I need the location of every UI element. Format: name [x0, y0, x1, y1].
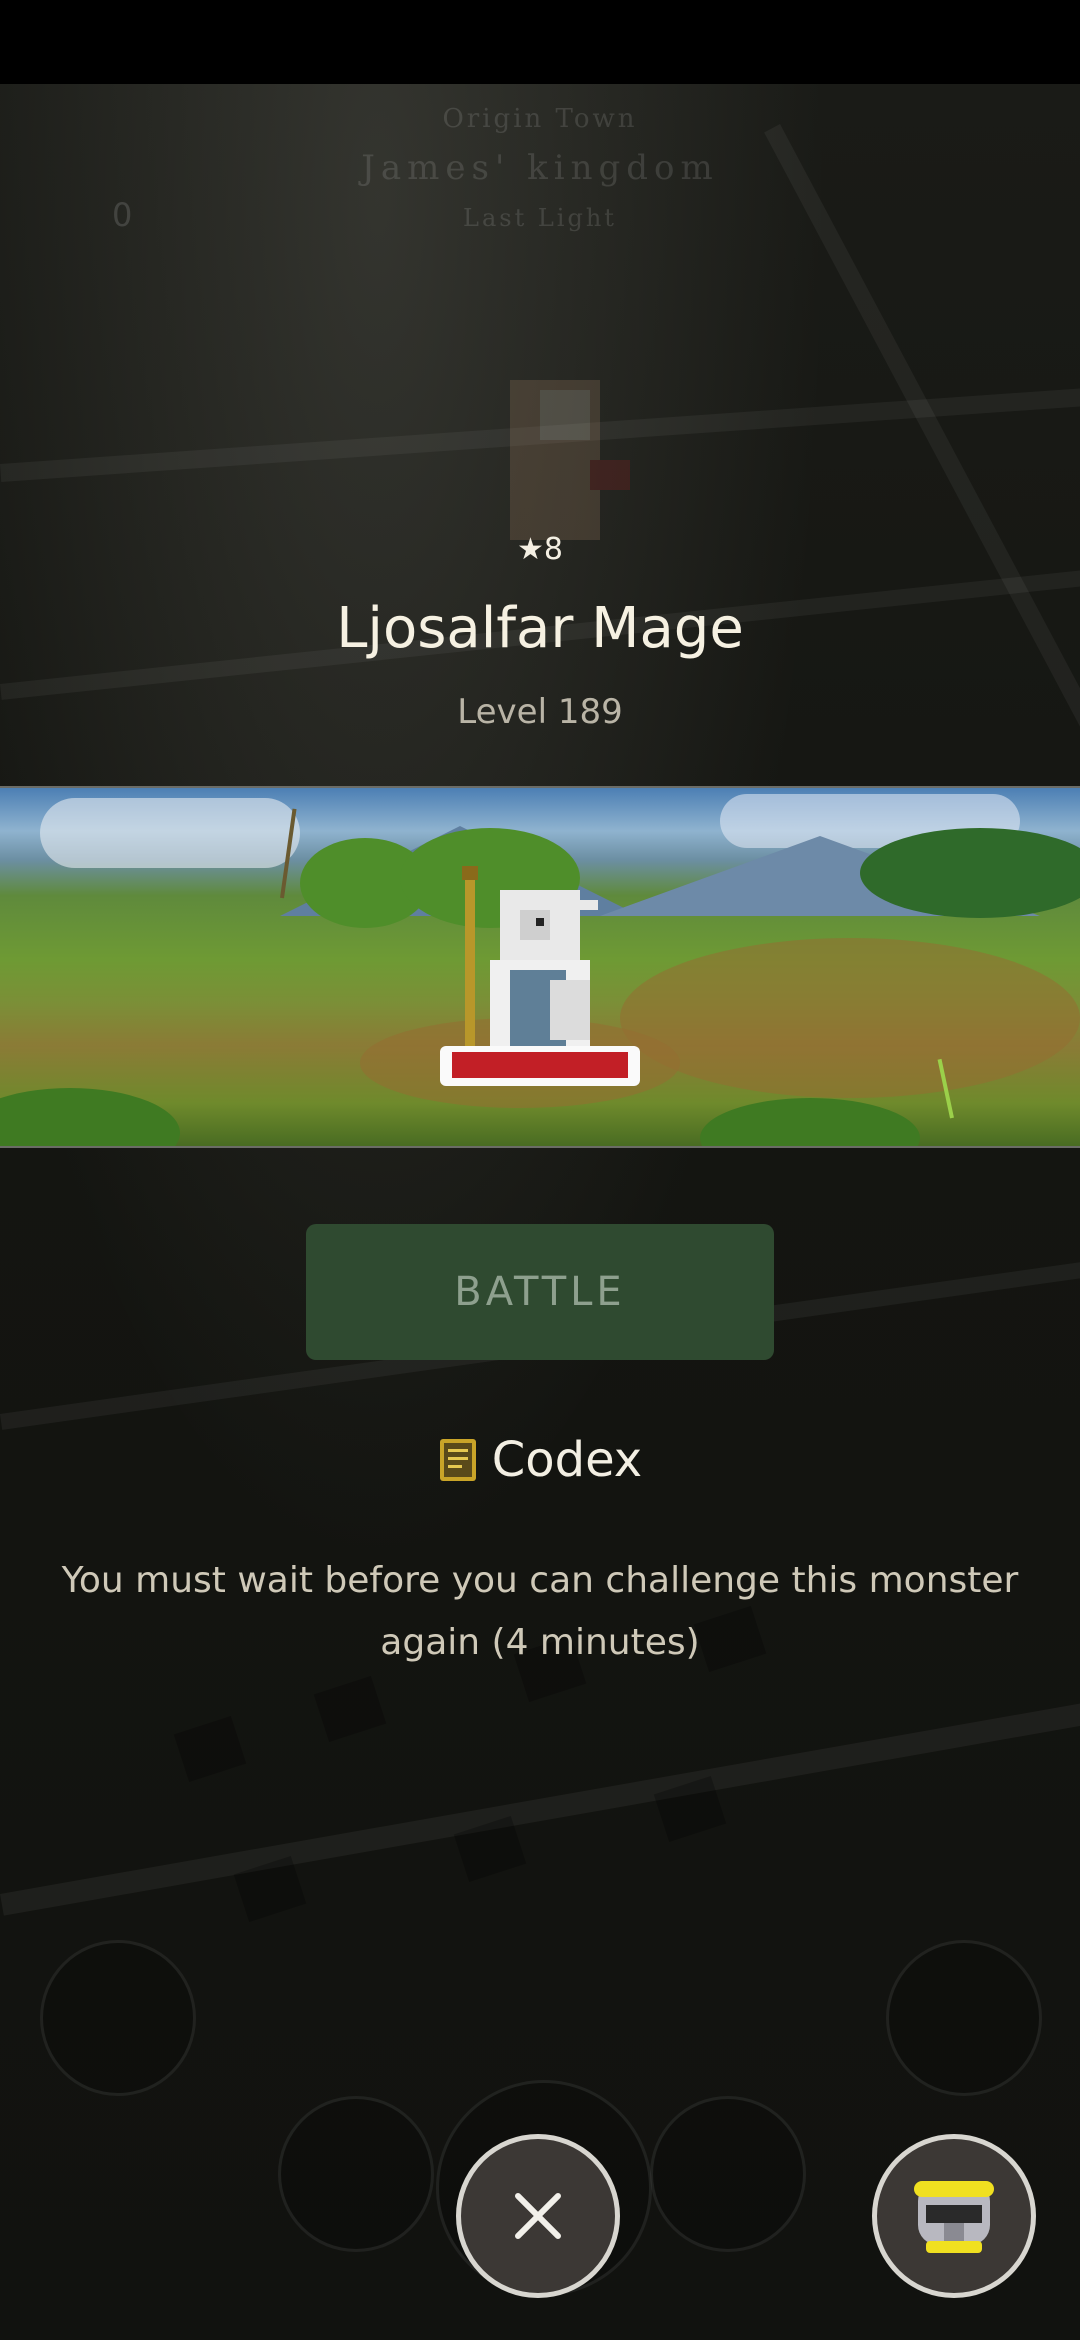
cooldown-message: You must wait before you can challenge t… [61, 1560, 1019, 1663]
battle-scene [0, 786, 1080, 1148]
helmet-icon [914, 2181, 994, 2253]
monster-sprite-shadow [510, 380, 630, 540]
ghost-map-button [886, 1940, 1042, 2096]
monster-star-rating: ★8 [517, 532, 563, 567]
codex-link[interactable]: Codex [0, 1432, 1080, 1488]
location-origin: Origin Town [442, 104, 638, 134]
close-button[interactable] [456, 2134, 620, 2298]
codex-label: Codex [491, 1432, 643, 1488]
monster-name: Ljosalfar Mage [336, 596, 744, 661]
battle-button[interactable]: BATTLE [306, 1224, 774, 1360]
monster-level: Level 189 [457, 692, 623, 732]
ghost-ability-button [40, 1940, 196, 2096]
kingdom-title: James' kingdom [361, 148, 719, 188]
status-bar [0, 0, 1080, 84]
close-icon [515, 2193, 561, 2239]
ghost-craft-button [278, 2096, 434, 2252]
equipment-button[interactable] [872, 2134, 1036, 2298]
monster-sprite [440, 866, 640, 1086]
book-icon [439, 1439, 476, 1481]
ghost-potion-button [650, 2096, 806, 2252]
player-count: 0 [112, 196, 133, 234]
location-subtitle: Last Light [463, 204, 617, 232]
